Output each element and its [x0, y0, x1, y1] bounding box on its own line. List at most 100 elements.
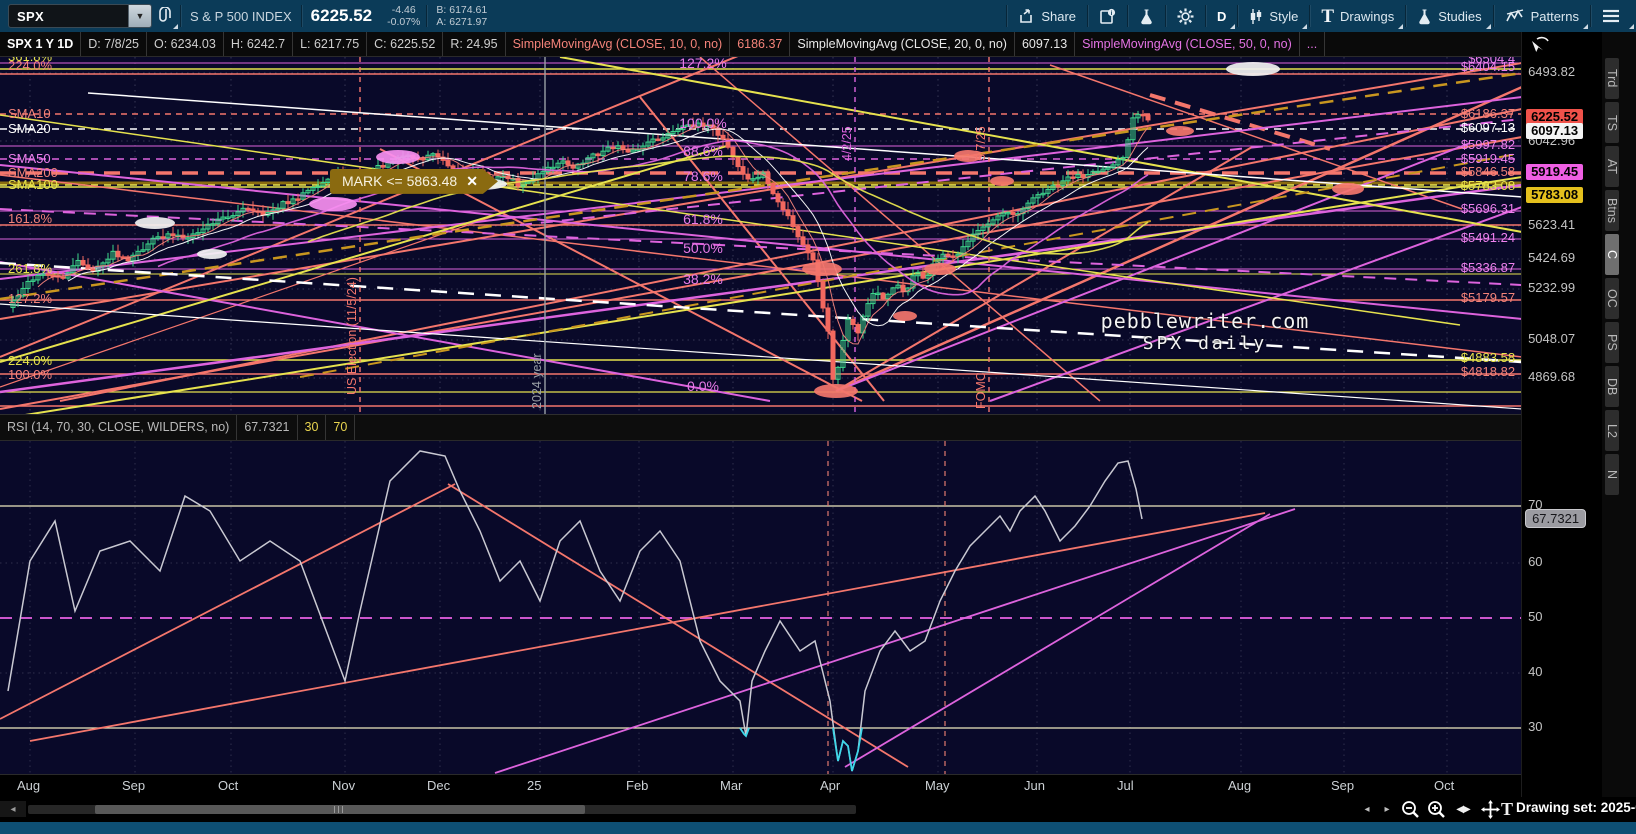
timeframe-button[interactable]: D — [1206, 0, 1237, 32]
rsi-chart-canvas[interactable] — [0, 440, 1522, 775]
rsi-chart-pane[interactable] — [0, 440, 1522, 775]
fit-width-button[interactable]: ◀▶ — [1450, 798, 1476, 820]
study-label-2[interactable]: SimpleMovingAvg (CLOSE, 50, 0, no) — [1075, 32, 1300, 56]
timeframe-label: D — [1217, 8, 1227, 24]
pan-left-button[interactable]: ◂ — [1358, 798, 1376, 820]
ohlc-field-1: O: 6234.03 — [147, 32, 224, 56]
change-percent: -0.07% — [387, 16, 421, 28]
text-note-tool-button[interactable]: T — [1498, 798, 1516, 820]
sidebar-tab-n[interactable]: N — [1605, 454, 1620, 495]
time-axis[interactable]: Aug Sep Oct Nov Dec 25 Feb Mar Apr May Jun Jul Aug Se… — [0, 774, 1522, 798]
sidebar-tab-oc[interactable]: OC — [1605, 278, 1620, 319]
study-value-2: ... — [1300, 32, 1326, 56]
studies-flask-icon — [1419, 9, 1430, 24]
bid-value: B: 6174.61 — [436, 4, 488, 16]
style-button[interactable]: Style — [1238, 0, 1309, 32]
chart-menu-button[interactable] — [1591, 0, 1636, 32]
patterns-label: Patterns — [1530, 8, 1579, 24]
share-label: Share — [1041, 8, 1077, 24]
rsi-overbought-value: 70 — [326, 415, 356, 440]
drawings-caret — [1398, 24, 1404, 29]
price-axis-label-5: 5048.07 — [1528, 331, 1576, 346]
ask-value: A: 6271.97 — [436, 16, 488, 28]
ohlc-field-0: D: 7/8/25 — [81, 32, 147, 56]
note-info-icon: i — [1100, 8, 1116, 24]
study-label-0[interactable]: SimpleMovingAvg (CLOSE, 10, 0, no) — [506, 32, 731, 56]
ohlc-field-4: C: 6225.52 — [367, 32, 444, 56]
scrollbar-left-arrow[interactable]: ◂ — [0, 801, 26, 817]
time-axis-label-11: Jul — [1117, 778, 1134, 794]
chart-scrollbar-thumb[interactable] — [95, 805, 585, 814]
time-axis-label-7: Mar — [720, 778, 743, 794]
chart-settings-button[interactable] — [1166, 0, 1205, 32]
symbol-dropdown-icon[interactable]: ▼ — [128, 5, 151, 27]
study-value-1: 6097.13 — [1015, 32, 1076, 56]
top-toolbar: SPX ▼ S & P 500 INDEX 6225.52 -4.46 -0.0… — [0, 0, 1636, 33]
rsi-study-label[interactable]: RSI (14, 70, 30, CLOSE, WILDERS, no) — [0, 415, 238, 440]
price-axis-label-0: 6493.82 — [1528, 64, 1576, 79]
time-axis-label-8: Apr — [820, 778, 841, 794]
pan-right-button[interactable]: ▸ — [1378, 798, 1396, 820]
analyze-button[interactable] — [1128, 0, 1165, 32]
rsi-axis-label-1: 60 — [1528, 554, 1543, 569]
price-axis-column[interactable]: 6493.82 6042.96 5623.41 5424.69 5232.99 5048.… — [1521, 32, 1603, 797]
change-value: -4.46 — [391, 4, 416, 16]
patterns-button[interactable]: Patterns — [1494, 0, 1590, 32]
symbol-input[interactable]: SPX ▼ — [8, 4, 152, 28]
right-gadget-tabs: Trd TS AT Btns C OC PS DB L2 N — [1602, 32, 1636, 797]
zoom-in-button[interactable] — [1424, 798, 1448, 820]
mark-alert-text: MARK <= 5863.48 — [342, 173, 458, 190]
rsi-oversold-value: 30 — [298, 415, 327, 440]
last-price: 6225.52 — [310, 6, 373, 25]
svg-text:2024 year: 2024 year — [530, 353, 544, 409]
sidebar-tab-l2[interactable]: L2 — [1605, 410, 1620, 451]
time-axis-label-2: Oct — [218, 778, 239, 794]
sidebar-tab-btns[interactable]: Btns — [1605, 190, 1620, 231]
rsi-value: 67.7321 — [237, 415, 298, 440]
studies-button[interactable]: Studies — [1406, 0, 1492, 32]
sidebar-tab-at[interactable]: AT — [1605, 146, 1620, 187]
link-button[interactable] — [152, 0, 180, 32]
sidebar-tab-trd[interactable]: Trd — [1605, 58, 1620, 99]
window-bottom-edge — [0, 822, 1636, 834]
study-value-0: 6186.37 — [730, 32, 791, 56]
sidebar-tab-c[interactable]: C — [1605, 234, 1620, 275]
drawing-set-selector[interactable]: Drawing set: 2025-0704 — [1516, 800, 1636, 815]
sidebar-tab-ps[interactable]: PS — [1605, 322, 1620, 363]
watermark-line1: pebblewriter.com — [1100, 308, 1310, 333]
price-axis-badge-3: 5783.08 — [1526, 187, 1584, 203]
time-axis-label-1: Sep — [122, 778, 146, 794]
time-axis-label-4: Dec — [427, 778, 451, 794]
svg-text:FOMC: FOMC — [974, 372, 988, 409]
price-chart-pane[interactable]: US Election (11/5/24) 2024 year 4/2/25 5/7/… — [0, 56, 1522, 414]
chart-scrollbar-track[interactable] — [28, 805, 856, 814]
bottom-toolbar: ◂ ◂ ▸ ◀▶ T Drawing set: 2025- — [0, 797, 1636, 822]
price-axis-badge-1: 6097.13 — [1526, 123, 1584, 139]
zoom-out-button[interactable] — [1398, 798, 1422, 820]
watermark-line2: SPX daily — [1142, 332, 1268, 354]
rsi-axis-label-2: 50 — [1528, 609, 1543, 624]
svg-text:i: i — [1111, 10, 1113, 17]
mark-alert-close-icon[interactable]: ✕ — [466, 173, 478, 190]
time-axis-label-0: Aug — [17, 778, 41, 794]
sidebar-tab-db[interactable]: DB — [1605, 366, 1620, 407]
sidebar-tab-ts[interactable]: TS — [1605, 102, 1620, 143]
studies-label: Studies — [1438, 8, 1482, 24]
share-button[interactable]: Share — [1007, 0, 1087, 32]
chart-notes-button[interactable]: i — [1088, 0, 1127, 32]
active-tool-cursor-icon — [1532, 36, 1549, 52]
pan-tool-icon — [1480, 799, 1500, 819]
drawings-button[interactable]: T Drawings — [1310, 0, 1405, 32]
drawings-label: Drawings — [1340, 8, 1395, 24]
price-chart-canvas[interactable]: US Election (11/5/24) 2024 year4/2/25 5/7/… — [0, 56, 1522, 414]
style-caret — [1302, 24, 1308, 29]
study-label-1[interactable]: SimpleMovingAvg (CLOSE, 20, 0, no) — [790, 32, 1015, 56]
link-icon — [159, 7, 171, 22]
studies-caret — [1485, 24, 1491, 29]
patterns-caret — [1583, 24, 1588, 29]
symbol-description: S & P 500 INDEX — [190, 8, 292, 24]
price-axis-label-6: 4869.68 — [1528, 369, 1576, 384]
mark-alert-badge[interactable]: MARK <= 5863.48 ✕ — [330, 169, 498, 194]
symbol-value: SPX — [17, 8, 44, 24]
time-axis-label-14: Oct — [1434, 778, 1455, 794]
